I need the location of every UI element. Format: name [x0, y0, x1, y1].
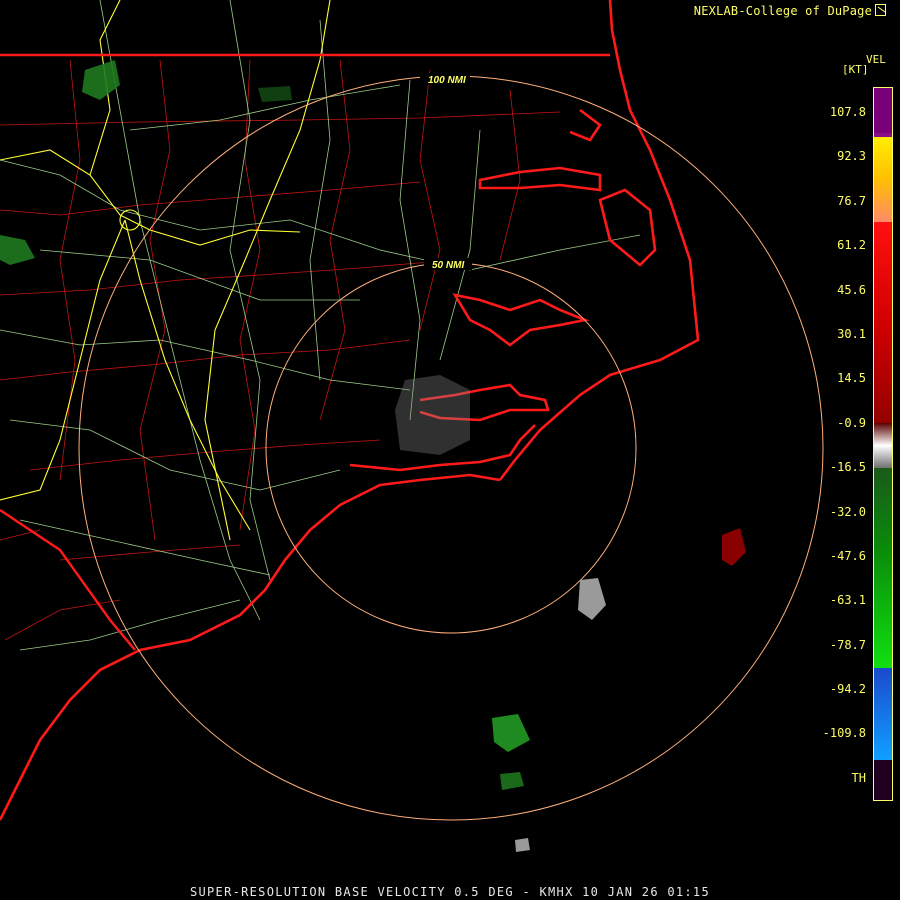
legend-label: 107.8: [829, 105, 866, 119]
legend-label: 30.1: [837, 327, 866, 341]
range-ring-label-100: 100 NMI: [428, 75, 466, 86]
legend-swatch: [874, 760, 892, 800]
legend-label: -0.9: [837, 416, 866, 430]
legend-swatch: [874, 88, 892, 133]
echo-green-nw: [82, 60, 120, 100]
legend-label: 45.6: [837, 283, 866, 297]
echo-green-n: [258, 86, 292, 102]
credit-text: NEXLAB-College of DuPage: [693, 4, 872, 18]
range-ring-labels: 100 NMI 50 NMI: [420, 73, 472, 271]
legend-label: -94.2: [829, 682, 866, 696]
legend-label: -78.7: [829, 638, 866, 652]
product-footer: SUPER-RESOLUTION BASE VELOCITY 0.5 DEG -…: [189, 885, 710, 899]
legend-swatch: [874, 178, 892, 222]
echo-red-east: [722, 528, 746, 566]
county-borders: [0, 59, 561, 641]
echo-gray-se: [578, 578, 606, 620]
echo-green-w: [0, 235, 35, 265]
legend-label: 61.2: [837, 238, 866, 252]
credit-label: NEXLAB-College of DuPage: [694, 4, 886, 18]
legend-label: 14.5: [837, 371, 866, 385]
legend-swatch: [874, 468, 892, 668]
interstate-highways: [0, 0, 331, 541]
legend-label: -63.1: [829, 593, 866, 607]
echo-gray-s: [515, 838, 530, 852]
legend-swatch: [874, 137, 892, 178]
legend-label: -32.0: [829, 505, 866, 519]
clutter-near-radar: [395, 375, 470, 455]
legend-swatch: [874, 668, 892, 760]
legend-label-threshold: TH: [851, 771, 866, 785]
legend-label: 76.7: [837, 194, 866, 208]
echo-green-s2: [500, 772, 524, 790]
legend-unit: [KT]: [842, 63, 869, 76]
echo-green-s: [492, 714, 530, 752]
radar-map: 100 NMI 50 NMI: [0, 0, 824, 852]
legend-label: -16.5: [829, 460, 866, 474]
legend-label: -47.6: [829, 549, 866, 563]
velocity-color-scale: [873, 87, 893, 801]
range-ring-label-50: 50 NMI: [432, 260, 464, 271]
radar-echoes: [0, 60, 746, 852]
legend-product-code: VEL: [866, 53, 886, 66]
legend-label: -109.8: [822, 726, 866, 740]
legend-label: 92.3: [837, 149, 866, 163]
external-link-icon[interactable]: [875, 4, 886, 16]
legend-swatch: [874, 423, 892, 468]
